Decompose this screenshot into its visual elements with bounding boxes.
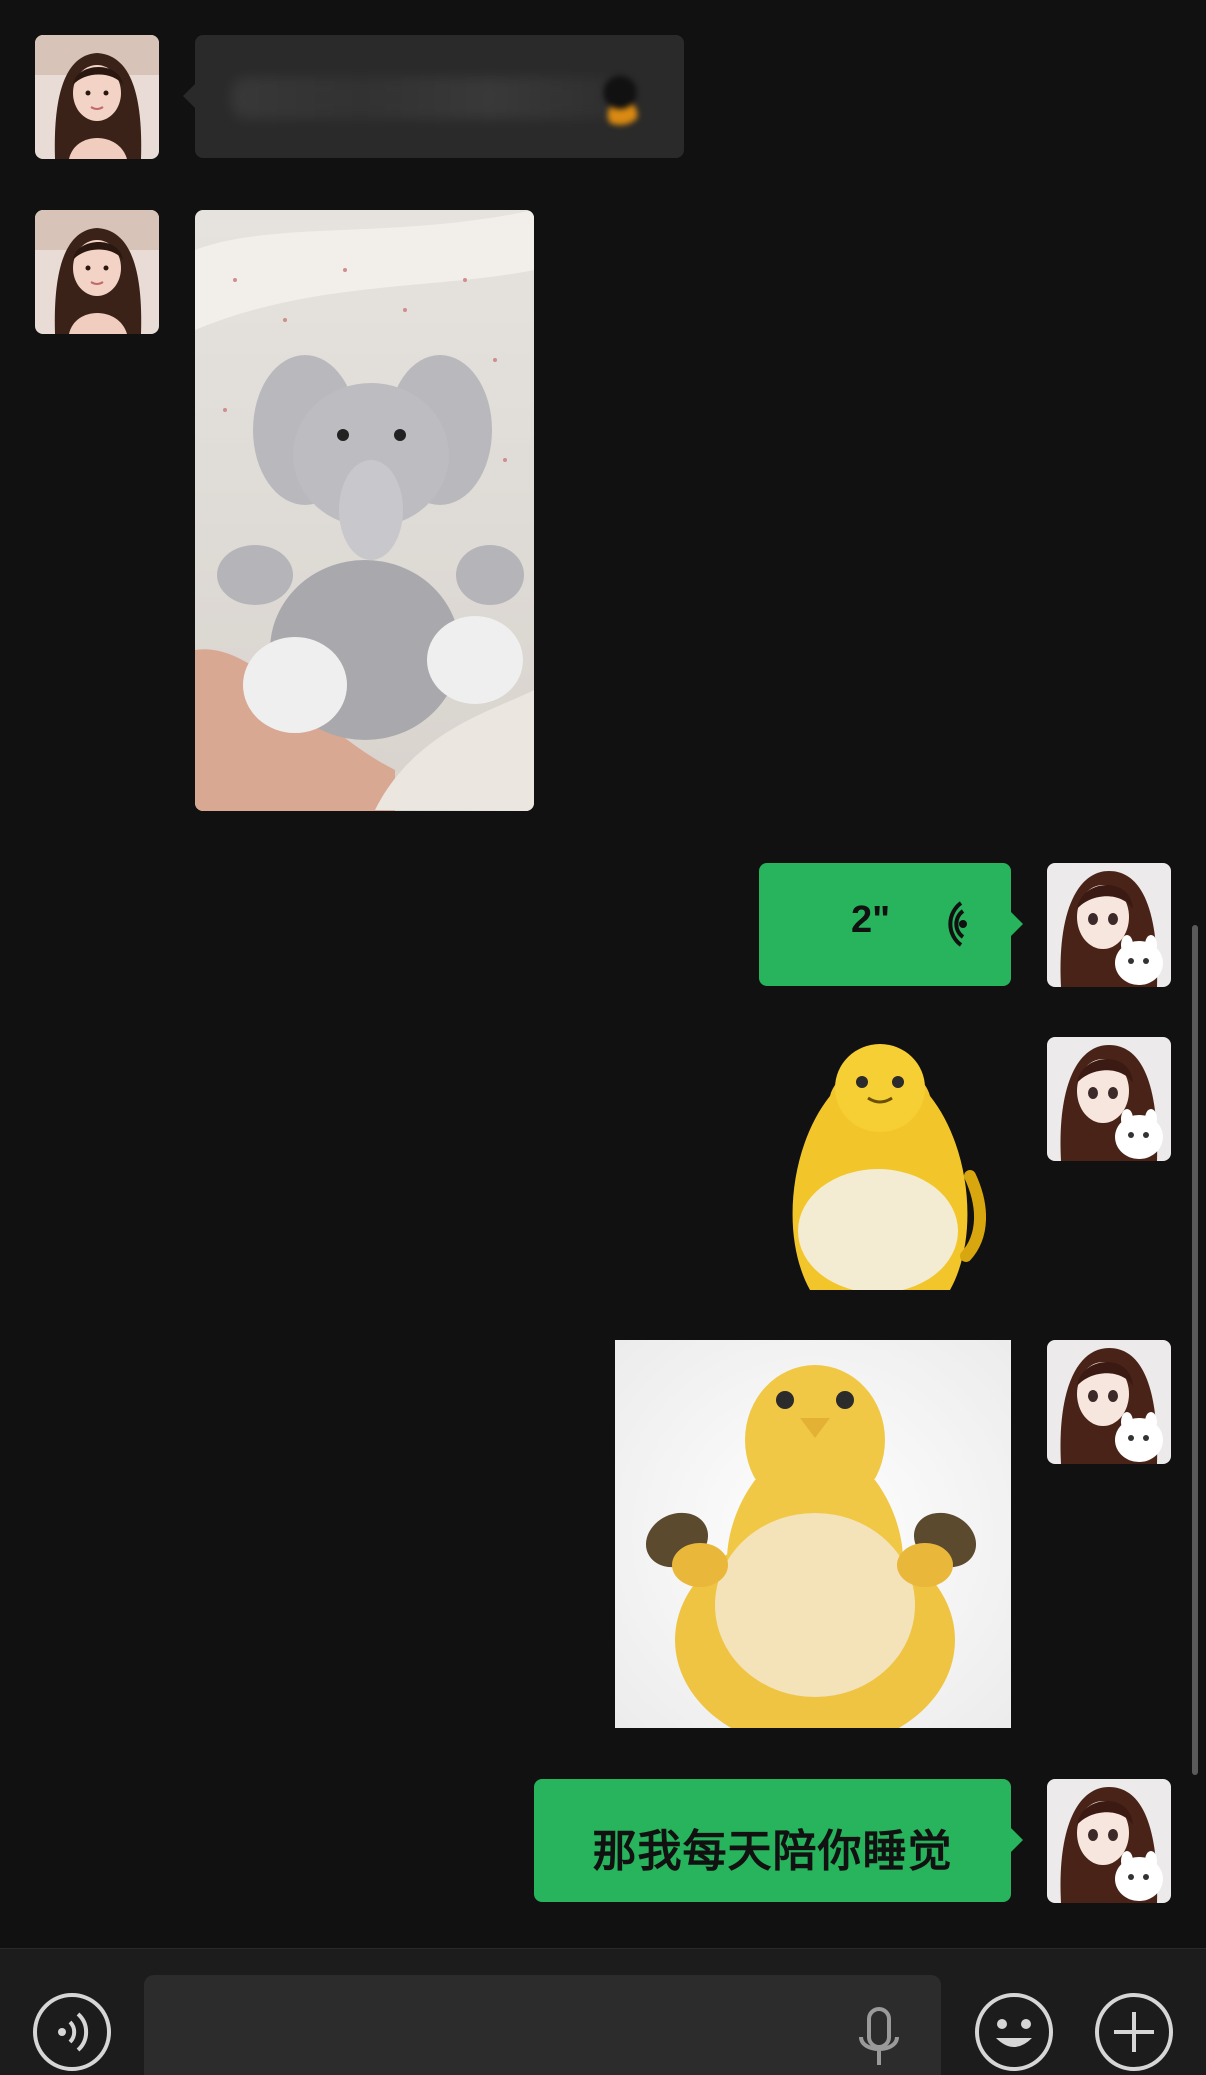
voice-message-bubble[interactable]: 2" (759, 863, 1023, 986)
anime-girl-avatar-icon (1047, 1037, 1171, 1161)
yellow-duck-waving-sticker-icon (615, 1340, 1011, 1728)
my-avatar[interactable] (1047, 1779, 1171, 1903)
my-avatar[interactable] (1047, 1037, 1171, 1161)
my-avatar[interactable] (1047, 863, 1171, 987)
girl-photo-avatar-icon (35, 210, 159, 334)
message-text: 那我每天陪你睡觉 (592, 1826, 953, 1877)
anime-girl-avatar-icon (1047, 1340, 1171, 1464)
my-avatar[interactable] (1047, 1340, 1171, 1464)
voice-mode-icon (33, 1993, 111, 2071)
chat-scrollbar[interactable] (1192, 925, 1198, 1775)
outgoing-text-bubble[interactable]: 那我每天陪你睡觉 (534, 1779, 1023, 1902)
emoji-button[interactable] (974, 1992, 1054, 2072)
blurred-text (231, 77, 621, 119)
message-input[interactable] (144, 1975, 941, 2075)
plus-icon (1095, 1993, 1173, 2071)
contact-avatar[interactable] (35, 35, 159, 159)
blurred-emoji-icon (595, 75, 645, 125)
incoming-text-bubble[interactable] (183, 35, 684, 158)
voice-wave-icon (948, 901, 967, 947)
sticker-message[interactable] (615, 1340, 1011, 1728)
yellow-duck-sticker-icon (792, 1044, 986, 1290)
emoji-icon (975, 1993, 1053, 2071)
voice-duration: 2" (851, 899, 891, 941)
anime-girl-avatar-icon (1047, 863, 1171, 987)
input-bar (0, 1948, 1206, 2075)
contact-avatar[interactable] (35, 210, 159, 334)
voice-mode-button[interactable] (32, 1992, 112, 2072)
anime-girl-avatar-icon (1047, 1779, 1171, 1903)
chat-screen: 2" 那我每天陪你睡觉 (0, 0, 1206, 2075)
girl-photo-avatar-icon (35, 35, 159, 159)
sticker-message[interactable] (770, 1036, 986, 1290)
microphone-icon[interactable] (857, 2005, 901, 2075)
more-button[interactable] (1094, 1992, 1174, 2072)
image-message[interactable] (195, 210, 534, 811)
elephant-plush-photo-icon (195, 210, 534, 811)
